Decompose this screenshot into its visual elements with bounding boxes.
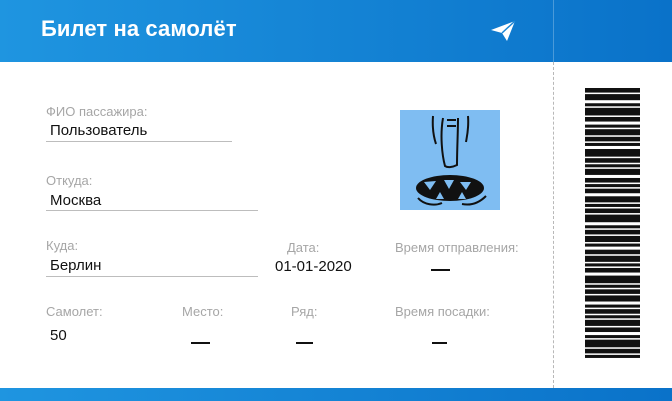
barcode-bar [585, 129, 640, 136]
passenger-label: ФИО пассажира: [46, 104, 148, 119]
to-field[interactable]: Берлин [50, 257, 101, 274]
ticket-header: Билет на самолёт [0, 0, 672, 62]
barcode-bar [585, 319, 640, 326]
barcode-bar [585, 103, 640, 107]
from-label: Откуда: [46, 173, 93, 188]
departure-time-field[interactable] [431, 269, 450, 271]
avatar[interactable] [400, 110, 500, 210]
barcode-bar [585, 203, 640, 207]
barcode-bar [585, 188, 640, 194]
barcode-bar [585, 208, 640, 214]
barcode-bar [585, 177, 640, 183]
barcode-bar [585, 243, 640, 247]
barcode-bar [585, 124, 640, 128]
barcode-bar [585, 284, 640, 288]
to-label: Куда: [46, 238, 79, 253]
barcode-bar [585, 249, 640, 255]
from-field[interactable]: Москва [50, 192, 101, 209]
boarding-pass: Билет на самолёт ФИО пассажира: Пользова… [0, 0, 672, 401]
barcode-bar [585, 289, 640, 294]
barcode-bar [585, 295, 640, 302]
barcode-bar [585, 88, 640, 93]
barcode-bar [585, 168, 640, 175]
row-label: Ряд: [291, 304, 318, 319]
barcode-bar [585, 149, 640, 157]
barcode-bar [585, 136, 640, 142]
passenger-underline [46, 141, 232, 142]
barcode-bar [585, 225, 640, 229]
boarding-time-label: Время посадки: [395, 304, 490, 319]
row-field[interactable] [296, 342, 313, 344]
passenger-field[interactable]: Пользователь [50, 122, 147, 139]
from-underline [46, 210, 258, 211]
barcode-bar [585, 315, 640, 319]
barcode-bar [585, 229, 640, 235]
barcode-bar [585, 327, 640, 333]
barcode-bar [585, 235, 640, 243]
stub-header-divider [553, 0, 554, 62]
barcode-bar [585, 255, 640, 262]
barcode-bar [585, 275, 640, 284]
date-label: Дата: [287, 240, 320, 255]
paper-plane-icon [491, 20, 516, 41]
date-field[interactable]: 01-01-2020 [275, 258, 352, 275]
stub-perforation [553, 62, 554, 388]
plane-field[interactable]: 50 [50, 327, 67, 344]
barcode-bar [585, 267, 640, 273]
barcode-bar [585, 116, 640, 122]
barcode-bar [585, 107, 640, 116]
barcode-bar [585, 142, 640, 146]
barcode-bar [585, 309, 640, 314]
barcode-bar [585, 339, 640, 348]
ticket-title: Билет на самолёт [41, 16, 237, 41]
boarding-time-field[interactable] [432, 342, 447, 344]
barcode-bar [585, 158, 640, 163]
plane-label: Самолет: [46, 304, 103, 319]
barcode-bar [585, 304, 640, 308]
barcode [585, 88, 640, 358]
ticket-footer [0, 388, 672, 401]
barcode-bar [585, 348, 640, 354]
to-underline [46, 276, 258, 277]
barcode-bar [585, 94, 640, 101]
barcode-bar [585, 184, 640, 188]
seat-label: Место: [182, 304, 224, 319]
seat-field[interactable] [191, 342, 210, 344]
barcode-bar [585, 164, 640, 168]
barcode-bar [585, 354, 640, 358]
departure-time-label: Время отправления: [395, 240, 519, 255]
barcode-bar [585, 196, 640, 203]
barcode-bar [585, 335, 640, 339]
barcode-bar [585, 263, 640, 267]
barcode-bar [585, 214, 640, 223]
